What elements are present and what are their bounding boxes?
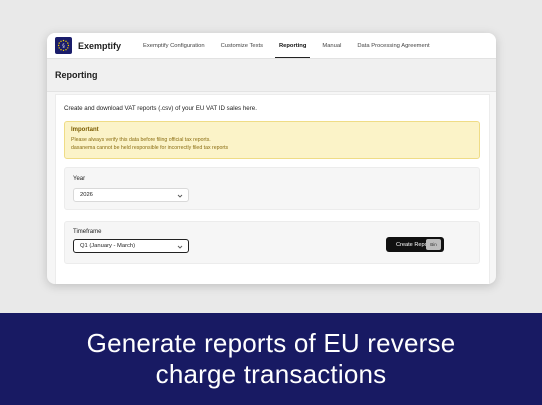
chevron-down-icon: [177, 245, 183, 249]
banner-headline-line-2: charge transactions: [155, 359, 387, 389]
banner-headline-line-1: Generate reports of EU reverse: [86, 328, 456, 358]
screenshot-stage: § Exemptify Exemptify Configuration Cust…: [0, 0, 542, 313]
tab-manual[interactable]: Manual: [314, 33, 349, 58]
brand-name: Exemptify: [78, 40, 122, 51]
timeframe-label: Timeframe: [73, 229, 102, 235]
tab-reporting[interactable]: Reporting: [271, 33, 314, 58]
tab-customize-texts[interactable]: Customize Texts: [213, 33, 271, 58]
year-field-card: Year 2026: [64, 167, 480, 210]
create-report-button[interactable]: Create Report Bin: [386, 237, 444, 252]
year-select[interactable]: 2026: [73, 188, 189, 202]
page-title: Reporting: [55, 70, 98, 80]
intro-text: Create and download VAT reports (.csv) o…: [64, 105, 257, 112]
chevron-down-icon: [177, 194, 183, 198]
year-label: Year: [73, 176, 86, 182]
svg-text:§: §: [62, 43, 65, 49]
eu-stars-logo-icon: §: [55, 37, 72, 54]
notice-title: Important: [71, 127, 99, 133]
reporting-card: Create and download VAT reports (.csv) o…: [55, 94, 490, 284]
important-notice: Important Please always verify this data…: [64, 121, 480, 159]
notice-line-1: Please always verify this data before fi…: [71, 137, 211, 143]
top-navigation-bar: § Exemptify Exemptify Configuration Cust…: [47, 33, 496, 59]
tab-exemptify-configuration[interactable]: Exemptify Configuration: [135, 33, 213, 58]
main-nav: Exemptify Configuration Customize Texts …: [135, 33, 438, 58]
bin-overlay: Bin: [426, 239, 441, 250]
tab-data-processing-agreement[interactable]: Data Processing Agreement: [349, 33, 437, 58]
year-select-value: 2026: [80, 192, 93, 198]
notice-line-2: daxanema cannot be held responsible for …: [71, 144, 229, 151]
page-header: Reporting: [47, 59, 496, 92]
marketing-banner: Generate reports of EU reverse charge tr…: [0, 313, 542, 405]
timeframe-select-value: Q1 (January - March): [80, 243, 136, 249]
timeframe-select[interactable]: Q1 (January - March): [73, 239, 189, 253]
